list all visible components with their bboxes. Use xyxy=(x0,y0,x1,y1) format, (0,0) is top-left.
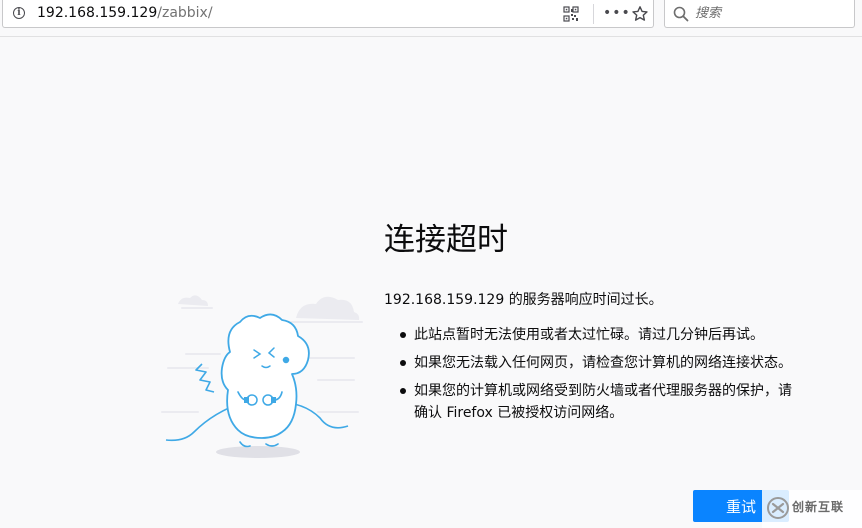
url-bar-separator xyxy=(593,4,594,24)
search-bar[interactable] xyxy=(664,0,855,28)
info-icon[interactable]: i xyxy=(13,7,25,19)
dino-body xyxy=(220,313,310,439)
watermark-text: 创新互联 xyxy=(792,500,845,514)
list-item: 如果您的计算机或网络受到防火墙或者代理服务器的保护，请确认 Firefox 已被… xyxy=(400,380,800,424)
error-description: 192.168.159.129 的服务器响应时间过长。 xyxy=(384,292,663,308)
url-bar[interactable]: i 192.168.159.129/zabbix/ ••• xyxy=(2,0,654,28)
page-title: 连接超时 xyxy=(384,222,508,258)
browser-toolbar: i 192.168.159.129/zabbix/ ••• xyxy=(0,0,862,37)
more-icon[interactable]: ••• xyxy=(603,5,631,21)
dinosaur-illustration xyxy=(161,295,363,458)
search-icon xyxy=(673,6,689,22)
list-item: 此站点暂时无法使用或者太过忙碌。请过几分钟后再试。 xyxy=(400,324,800,346)
dino-feet xyxy=(239,441,279,448)
suggestion-list: 此站点暂时无法使用或者太过忙碌。请过几分钟后再试。 如果您无法载入任何网页，请检… xyxy=(400,324,800,430)
url-host: 192.168.159.129 xyxy=(37,5,158,21)
list-item: 如果您无法载入任何网页，请检查您计算机的网络连接状态。 xyxy=(400,352,800,374)
qr-code-icon[interactable] xyxy=(563,6,579,22)
watermark: 创新互联 xyxy=(762,490,862,528)
watermark-logo-icon xyxy=(767,497,789,519)
search-input[interactable] xyxy=(695,3,845,23)
url-path: /zabbix/ xyxy=(157,5,213,21)
bookmark-star-icon[interactable] xyxy=(631,5,649,23)
ground-shadow xyxy=(216,446,300,458)
url-text[interactable]: 192.168.159.129/zabbix/ xyxy=(37,4,213,22)
